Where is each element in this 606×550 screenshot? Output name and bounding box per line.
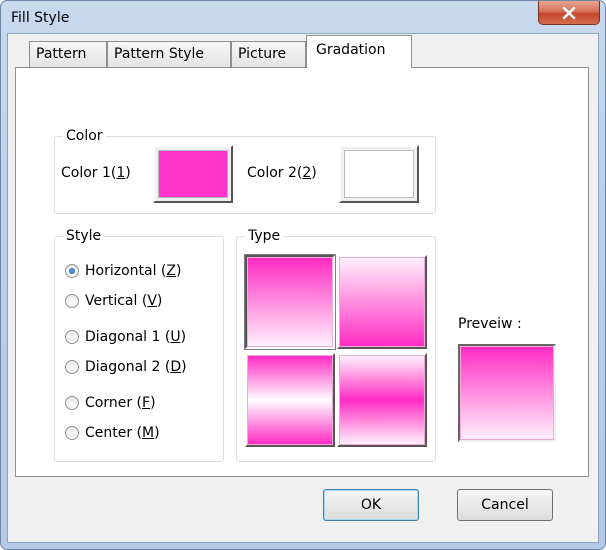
gradient-preview xyxy=(339,355,425,445)
color2-button[interactable] xyxy=(339,145,419,203)
tab-gradation[interactable]: Gradation xyxy=(306,35,412,68)
color1-swatch xyxy=(158,150,228,198)
tab-label: Picture xyxy=(238,46,287,62)
preview-box xyxy=(458,344,556,442)
close-button[interactable] xyxy=(538,1,600,25)
radio-label: Horizontal (Z) xyxy=(85,263,182,279)
window-title: Fill Style xyxy=(11,10,70,26)
type-option-4[interactable] xyxy=(337,353,427,447)
ok-button[interactable]: OK xyxy=(323,489,419,521)
color1-button[interactable] xyxy=(153,145,233,203)
radio-diagonal-1[interactable]: Diagonal 1 (U) xyxy=(65,329,186,345)
radio-label: Center (M) xyxy=(85,425,160,441)
style-group-title: Style xyxy=(63,228,105,244)
title-bar: Fill Style xyxy=(1,1,605,33)
radio-label: Diagonal 2 (D) xyxy=(85,359,187,375)
type-option-1[interactable] xyxy=(244,254,336,350)
radio-indicator xyxy=(65,264,79,278)
radio-label: Vertical (V) xyxy=(85,293,163,309)
tab-pattern[interactable]: Pattern xyxy=(29,41,107,67)
gradient-preview xyxy=(339,257,425,347)
gradient-preview xyxy=(247,257,333,347)
radio-diagonal-2[interactable]: Diagonal 2 (D) xyxy=(65,359,187,375)
tab-label: Pattern Style xyxy=(114,46,204,62)
color1-label: Color 1(1) xyxy=(61,165,131,181)
style-group: Style Horizontal (Z) Vertical (V) Diagon… xyxy=(54,228,224,462)
fill-style-dialog: Fill Style Pattern Pattern Style Picture… xyxy=(0,0,606,550)
radio-indicator xyxy=(65,330,79,344)
radio-corner[interactable]: Corner (F) xyxy=(65,395,156,411)
type-option-2[interactable] xyxy=(337,255,427,349)
preview-label: Preveiw : xyxy=(458,316,522,332)
tab-picture[interactable]: Picture xyxy=(231,41,306,67)
type-group-title: Type xyxy=(245,228,284,244)
tab-label: Gradation xyxy=(316,42,386,58)
tab-label: Pattern xyxy=(36,46,87,62)
close-icon xyxy=(562,6,576,19)
radio-indicator xyxy=(65,294,79,308)
radio-label: Diagonal 1 (U) xyxy=(85,329,187,345)
radio-horizontal[interactable]: Horizontal (Z) xyxy=(65,263,181,279)
radio-indicator xyxy=(65,426,79,440)
radio-center[interactable]: Center (M) xyxy=(65,425,160,441)
gradation-panel: Color Color 1(1) Color 2(2) Style Horizo… xyxy=(15,67,589,477)
radio-indicator xyxy=(65,360,79,374)
color-group-title: Color xyxy=(63,128,106,144)
tab-pattern-style[interactable]: Pattern Style xyxy=(107,41,231,67)
radio-label: Corner (F) xyxy=(85,395,156,411)
type-group: Type xyxy=(236,228,436,462)
radio-vertical[interactable]: Vertical (V) xyxy=(65,293,162,309)
preview-gradient xyxy=(460,346,554,440)
color2-label: Color 2(2) xyxy=(247,165,317,181)
radio-indicator xyxy=(65,396,79,410)
type-option-3[interactable] xyxy=(245,353,335,447)
color-group: Color Color 1(1) Color 2(2) xyxy=(54,128,436,214)
gradient-preview xyxy=(247,355,333,445)
cancel-button[interactable]: Cancel xyxy=(457,489,553,521)
color2-swatch xyxy=(344,150,414,198)
